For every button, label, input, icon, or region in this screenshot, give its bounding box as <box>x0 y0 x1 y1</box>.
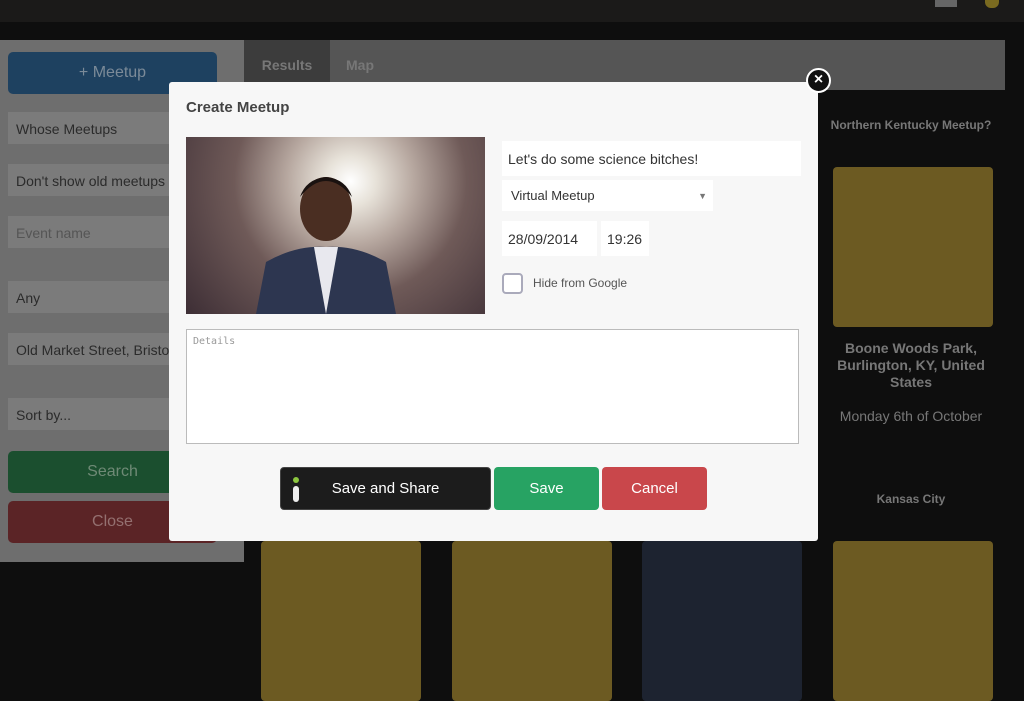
meetup-name-input[interactable]: Let's do some science bitches! <box>502 141 801 176</box>
result-image[interactable] <box>452 541 612 701</box>
bell-icon[interactable] <box>985 0 999 8</box>
close-icon[interactable]: × <box>806 68 831 93</box>
result-date: Monday 6th of October <box>839 408 983 424</box>
result-image[interactable] <box>642 541 802 701</box>
save-and-share-label: Save and Share <box>331 480 440 497</box>
hide-from-google-label: Hide from Google <box>533 276 628 290</box>
create-meetup-modal: Create Meetup Let's do some science bitc… <box>169 82 818 541</box>
mail-icon[interactable] <box>935 0 957 7</box>
modal-title: Create Meetup <box>186 99 290 116</box>
result-location: Boone Woods Park, Burlington, KY, United… <box>837 340 985 390</box>
result-image[interactable] <box>833 541 993 701</box>
meetup-image[interactable] <box>186 137 485 314</box>
details-textarea[interactable]: Details <box>186 329 799 444</box>
result-image[interactable] <box>833 167 993 327</box>
time-input[interactable]: 19:26 <box>601 221 649 256</box>
meetup-type-select[interactable]: Virtual Meetup ▼ <box>502 180 713 211</box>
person-image <box>256 177 396 314</box>
date-input[interactable]: 28/09/2014 <box>502 221 597 256</box>
result-title[interactable]: Kansas City <box>826 492 996 506</box>
result-title[interactable]: Northern Kentucky Meetup? <box>826 118 996 132</box>
cancel-button[interactable]: Cancel <box>602 467 707 510</box>
save-and-share-button[interactable]: Save and Share <box>280 467 491 510</box>
top-bar <box>0 0 1024 22</box>
info-icon <box>293 477 299 502</box>
save-button[interactable]: Save <box>494 467 599 510</box>
chevron-down-icon: ▼ <box>698 190 707 201</box>
hide-from-google-checkbox[interactable] <box>502 273 523 294</box>
result-image[interactable] <box>261 541 421 701</box>
meetup-type-value: Virtual Meetup <box>511 188 595 203</box>
